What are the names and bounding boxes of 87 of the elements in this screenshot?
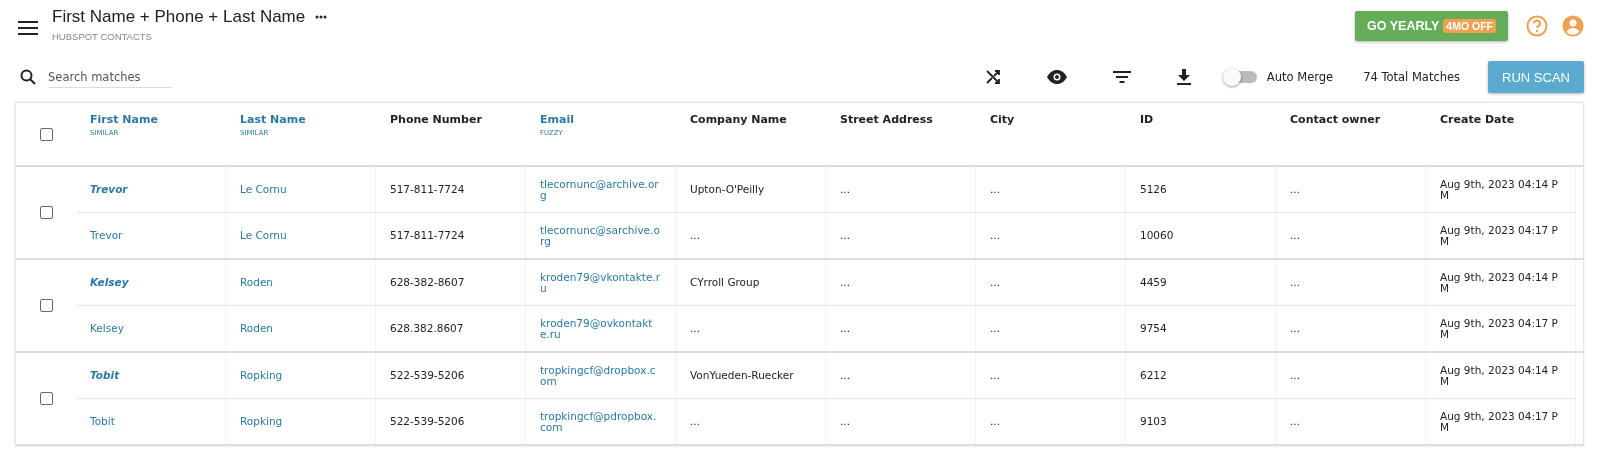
- table-cell: ...: [840, 277, 850, 288]
- table-cell: 522-539-5206: [390, 370, 465, 381]
- column-header[interactable]: Last Name: [240, 113, 376, 126]
- table-cell: Roden: [240, 323, 274, 334]
- table-cell: ...: [1290, 416, 1300, 427]
- table-cell: ...: [990, 323, 1000, 334]
- table-cell: Le Cornu: [240, 184, 287, 195]
- table-cell-text: Aug 9th, 2023 04:17 PM: [1440, 410, 1559, 433]
- table-cell: tlecornunc@sarchive.org: [540, 224, 661, 247]
- table-cell: ...: [840, 323, 850, 334]
- table-cell: ...: [1290, 370, 1300, 381]
- page-title: First Name + Phone + Last Name: [52, 6, 306, 27]
- table-cell: ...: [840, 184, 850, 195]
- table-cell: Upton-O'Peilly: [690, 184, 765, 195]
- column-header[interactable]: ID: [1140, 113, 1276, 126]
- table-cell: Ropking: [240, 370, 283, 381]
- column-header[interactable]: Street Address: [840, 113, 976, 126]
- table-cell: Kelsey: [90, 277, 129, 288]
- column-header[interactable]: Contact owner: [1290, 113, 1426, 126]
- table-cell: 517-811-7724: [390, 230, 465, 241]
- table-cell: ...: [1290, 323, 1300, 334]
- table-cell: ...: [690, 230, 700, 241]
- table-cell: ...: [690, 416, 700, 427]
- table-cell-text: tropkingcf@pdropbox.com: [540, 410, 658, 433]
- table-cell-text: Aug 9th, 2023 04:14 PM: [1440, 178, 1559, 201]
- table-cell: ...: [990, 370, 1000, 381]
- column-header[interactable]: Company Name: [690, 113, 826, 126]
- table-cell: 9103: [1140, 416, 1167, 427]
- table-cell: ...: [1290, 277, 1300, 288]
- table-cell: Le Cornu: [240, 230, 287, 241]
- table-cell: 517-811-7724: [390, 184, 465, 195]
- table-cell: ...: [990, 184, 1000, 195]
- column-header[interactable]: Email: [540, 113, 676, 126]
- table-cell: ...: [1290, 230, 1300, 241]
- row-checkbox[interactable]: [39, 392, 53, 405]
- table-cell-text: tropkingcf@dropbox.com: [540, 364, 657, 387]
- table-cell: Tobit: [90, 416, 115, 427]
- table-cell: Trevor: [90, 230, 123, 241]
- select-all-checkbox[interactable]: [39, 127, 53, 141]
- auto-merge-label: Auto Merge: [1266, 70, 1334, 84]
- table-cell: 9754: [1140, 323, 1167, 334]
- table-cell-text: Aug 9th, 2023 04:14 PM: [1440, 364, 1559, 387]
- column-header[interactable]: Create Date: [1440, 113, 1576, 126]
- column-header[interactable]: First Name: [90, 113, 226, 126]
- table-cell-text: Aug 9th, 2023 04:17 PM: [1440, 224, 1559, 247]
- discount-badge: 4MO OFF: [1443, 19, 1496, 33]
- table-cell: kroden79@vkontakte.ru: [540, 271, 661, 294]
- table-cell-text: tlecornunc@archive.org: [540, 178, 660, 201]
- table-cell: 628-382-8607: [390, 277, 465, 288]
- table-cell: ...: [840, 370, 850, 381]
- total-matches: 74 Total Matches: [1363, 70, 1461, 84]
- table-cell: 5126: [1140, 184, 1167, 195]
- table-cell: ...: [990, 416, 1000, 427]
- column-header[interactable]: Phone Number: [390, 113, 526, 126]
- table-cell: Kelsey: [90, 323, 124, 334]
- table-cell: 10060: [1140, 230, 1174, 241]
- table-cell: ...: [840, 230, 850, 241]
- table-cell: 628.382.8607: [390, 323, 464, 334]
- table-cell: ...: [1290, 184, 1300, 195]
- table-cell: VonYueden-Ruecker: [690, 370, 794, 381]
- table-cell: ...: [840, 416, 850, 427]
- download-icon[interactable]: [1176, 69, 1191, 85]
- table-cell: ...: [990, 230, 1000, 241]
- filter-icon[interactable]: [1112, 71, 1131, 83]
- auto-merge-toggle[interactable]: [1224, 71, 1257, 83]
- row-checkbox[interactable]: [39, 206, 53, 219]
- table-cell: Roden: [240, 277, 274, 288]
- table-cell: ...: [990, 277, 1000, 288]
- table-cell-text: Aug 9th, 2023 04:17 PM: [1440, 317, 1559, 340]
- table-cell: Trevor: [90, 184, 128, 195]
- table-cell: Ropking: [240, 416, 283, 427]
- table-cell: ...: [690, 323, 700, 334]
- table-cell: 522-539-5206: [390, 416, 465, 427]
- table-cell-text: Aug 9th, 2023 04:14 PM: [1440, 271, 1559, 294]
- eye-icon[interactable]: [1046, 70, 1067, 84]
- shuffle-icon[interactable]: [984, 69, 1001, 85]
- table-cell: 6212: [1140, 370, 1167, 381]
- table-cell: 4459: [1140, 277, 1167, 288]
- search-icon: [20, 69, 36, 85]
- menu-icon[interactable]: [18, 21, 38, 35]
- more-icon[interactable]: [315, 14, 328, 19]
- table-cell: CYrroll Group: [690, 277, 760, 288]
- row-checkbox[interactable]: [39, 299, 53, 312]
- table-cell-text: kroden79@ovkontakte.ru: [540, 317, 654, 340]
- page-subtitle: HUBSPOT CONTACTS: [52, 30, 153, 42]
- table-cell: Tobit: [90, 370, 120, 381]
- column-header[interactable]: City: [990, 113, 1126, 126]
